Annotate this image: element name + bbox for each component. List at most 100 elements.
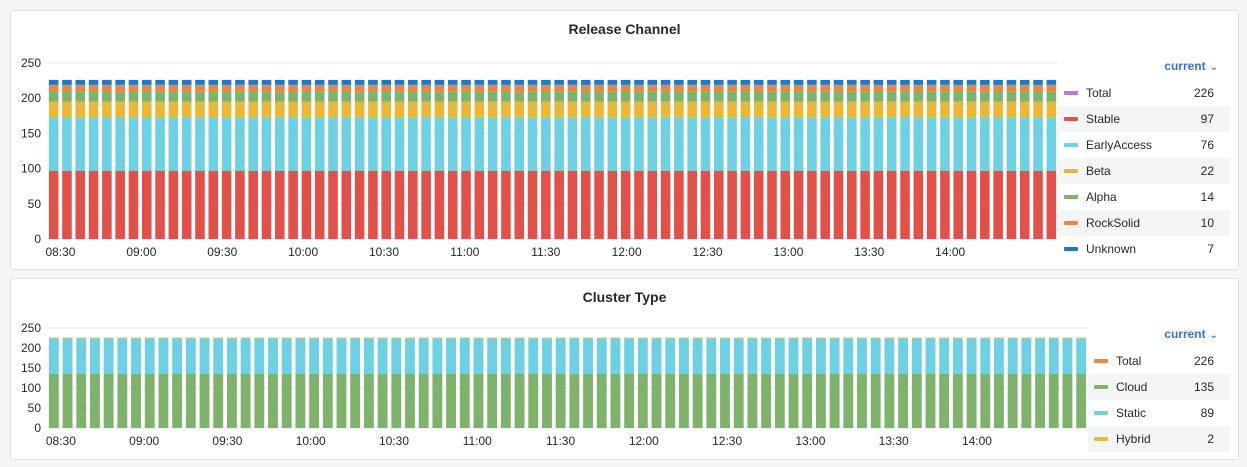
bar-segment-cloud: [1007, 374, 1018, 428]
bar-segment-beta: [580, 101, 591, 118]
bar-segment-beta: [48, 101, 59, 118]
legend-swatch: [1094, 385, 1108, 389]
bar-segment-earlyaccess: [48, 117, 59, 171]
bar-segment-hybrid: [90, 337, 100, 339]
bar-segment-stable: [541, 170, 551, 239]
bar-segment-unknown: [953, 79, 964, 85]
bar-segment-alpha: [820, 91, 830, 102]
bar-segment-rocksolid: [48, 84, 59, 92]
bar-segment-earlyaccess: [700, 117, 711, 171]
x-axis: 08:30 09:00 09:30 10:00 10:30 11:00 11:30 12:00…: [46, 434, 992, 448]
bar-segment-stable: [501, 170, 511, 239]
bar-segment-beta: [474, 101, 485, 118]
legend-value: 226: [1193, 354, 1214, 368]
bar-segment-rocksolid: [181, 84, 192, 92]
bar-segment-cloud: [939, 374, 950, 428]
bar-segment-rocksolid: [860, 84, 870, 92]
legend-item-stable[interactable]: Stable 97: [1058, 106, 1230, 132]
bar-segment-earlyaccess: [940, 117, 950, 171]
bar-segment-earlyaccess: [620, 117, 631, 171]
legend-swatch: [1064, 247, 1078, 251]
legend-item-unknown[interactable]: Unknown 7: [1058, 236, 1230, 262]
legend-item-static[interactable]: Static 89: [1088, 400, 1230, 426]
legend-swatch: [1064, 195, 1078, 199]
bar-segment-beta: [953, 101, 964, 118]
x-tick-label: 10:30: [379, 434, 409, 448]
bar-segment-alpha: [753, 91, 764, 102]
bar-segment-cloud: [131, 374, 141, 428]
bar-segment-hybrid: [131, 337, 141, 339]
bar-segment-beta: [780, 101, 791, 118]
bar-segment-earlyaccess: [155, 117, 165, 171]
bar-segment-stable: [953, 170, 964, 239]
bar-segment-cloud: [514, 374, 525, 428]
legend-item-cloud[interactable]: Cloud 135: [1088, 374, 1230, 400]
bar-segment-stable: [288, 170, 298, 239]
bar-segment-earlyaccess: [753, 117, 764, 171]
bar-segment-unknown: [700, 79, 711, 85]
bar-segment-beta: [567, 101, 578, 118]
bar-segment-unknown: [634, 79, 644, 85]
bar-segment-static: [966, 338, 977, 374]
legend-sort-current[interactable]: current ⌄: [1058, 58, 1230, 80]
legend-item-rocksolid[interactable]: RockSolid 10: [1058, 210, 1230, 236]
bar-segment-stable: [221, 170, 232, 239]
bar-segment-cloud: [309, 374, 320, 428]
bar-segment-alpha: [48, 91, 59, 102]
bar-segment-earlyaccess: [354, 117, 365, 171]
bar-segment-cloud: [788, 374, 799, 428]
bar-segment-beta: [88, 101, 99, 118]
bar-segment-rocksolid: [1006, 84, 1017, 92]
x-tick-label: 10:00: [288, 245, 318, 259]
bar-segment-earlyaccess: [634, 117, 644, 171]
bar-segment-alpha: [926, 91, 937, 102]
bar-segment-unknown: [408, 79, 418, 85]
bar-segment-static: [268, 338, 278, 374]
bar-segment-beta: [514, 101, 525, 118]
legend-sort-current[interactable]: current ⌄: [1088, 326, 1230, 348]
x-tick-label: 14:00: [935, 245, 965, 259]
bar-segment-cloud: [610, 374, 621, 428]
bar-segment-static: [898, 338, 909, 374]
bar-segment-alpha: [713, 91, 724, 102]
bar-segment-static: [1035, 338, 1045, 374]
chevron-down-icon: ⌄: [1209, 62, 1218, 73]
bar-segment-cloud: [500, 374, 511, 428]
bar-segment-hybrid: [158, 337, 169, 339]
bar-segment-cloud: [213, 374, 224, 428]
bar-segment-earlyaccess: [860, 117, 870, 171]
bar-segment-alpha: [953, 91, 964, 102]
bar-segment-earlyaccess: [301, 117, 312, 171]
bar-segment-stable: [780, 170, 791, 239]
legend-item-total[interactable]: Total 226: [1088, 348, 1230, 374]
bar-segment-alpha: [421, 91, 431, 102]
legend-item-alpha[interactable]: Alpha 14: [1058, 184, 1230, 210]
bar-segment-static: [103, 338, 114, 374]
bar-segment-hybrid: [199, 337, 210, 339]
legend-item-hybrid[interactable]: Hybrid 2: [1088, 426, 1230, 452]
bar-segment-stable: [514, 170, 525, 239]
bar-segment-static: [76, 338, 87, 374]
bar-segment-unknown: [115, 79, 125, 85]
bar-segment-alpha: [88, 91, 99, 102]
bar-segment-cloud: [678, 374, 689, 428]
bar-segment-stable: [341, 170, 352, 239]
bar-segment-rocksolid: [102, 84, 112, 92]
x-tick-label: 11:30: [546, 434, 575, 448]
legend-item-beta[interactable]: Beta 22: [1058, 158, 1230, 184]
bar-segment-cloud: [747, 374, 758, 428]
bar-segment-unknown: [873, 79, 884, 85]
legend-item-total[interactable]: Total 226: [1058, 80, 1230, 106]
bar-segment-earlyaccess: [847, 117, 857, 171]
bar-segment-alpha: [102, 91, 112, 102]
bar-segment-alpha: [700, 91, 711, 102]
bar-segment-beta: [913, 101, 924, 118]
bar-segment-beta: [647, 101, 658, 118]
bar-segment-hybrid: [774, 337, 785, 339]
bar-segment-stable: [181, 170, 192, 239]
legend-item-earlyaccess[interactable]: EarlyAccess 76: [1058, 132, 1230, 158]
bar-segment-earlyaccess: [1019, 117, 1030, 171]
bar-segment-cloud: [199, 374, 210, 428]
bar-segment-stable: [368, 170, 378, 239]
bar-segment-stable: [155, 170, 165, 239]
